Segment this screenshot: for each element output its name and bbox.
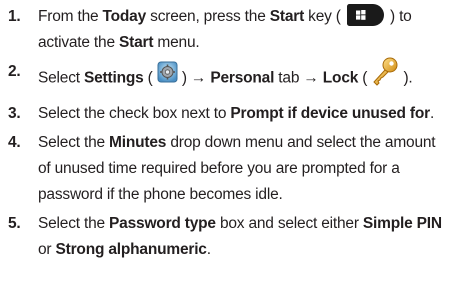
step-number: 5.	[8, 215, 21, 232]
step-text: screen, press the	[146, 8, 270, 25]
bold-term: Simple PIN	[362, 215, 442, 232]
step-item: 3. Select the check box next to Prompt if…	[4, 101, 468, 127]
step-number: 3.	[8, 105, 21, 122]
step-item: 1. From the Today screen, press the Start…	[4, 3, 468, 56]
lock-key-icon	[371, 57, 399, 96]
step-number: 4.	[8, 134, 21, 151]
step-text: .	[429, 105, 435, 122]
step-text: drop down menu and select the amount	[166, 134, 436, 151]
step-text: (	[143, 69, 157, 87]
step-text: .	[206, 241, 211, 258]
step-text-line: Select the check box next to Prompt if d…	[38, 101, 468, 127]
step-text: tab	[274, 69, 304, 87]
bold-term: Password type	[109, 215, 216, 232]
step-text-line: activate the Start menu.	[38, 30, 468, 56]
bold-term: Prompt if device unused for	[230, 105, 430, 122]
step-text-line: Select the Password type box and select …	[38, 211, 468, 237]
bold-term: Start	[118, 34, 154, 51]
bold-term: Minutes	[109, 134, 167, 151]
step-item: 5. Select the Password type box and selec…	[4, 211, 468, 263]
step-text-line: of unused time required before you are p…	[38, 156, 468, 182]
step-item: 2. Select Settings ( ) → Personal tab → L…	[4, 57, 468, 98]
step-text: or	[38, 241, 56, 258]
step-text: Select the	[38, 134, 110, 151]
bold-term: Today	[102, 8, 147, 25]
start-key-icon	[346, 3, 384, 26]
step-text: Select	[38, 69, 84, 87]
step-text: activate the	[38, 34, 119, 51]
step-text: Select the check box next to	[38, 105, 231, 122]
step-text: (	[358, 69, 372, 87]
step-number: 1.	[8, 8, 21, 25]
step-text-line: or Strong alphanumeric.	[38, 237, 468, 263]
step-text: box and select either	[215, 215, 363, 232]
step-text: key (	[304, 8, 345, 25]
bold-term: Start	[269, 8, 305, 25]
bold-term: Settings	[84, 69, 144, 87]
bold-term: Strong alphanumeric	[55, 241, 207, 258]
step-text: From the	[38, 8, 103, 25]
settings-icon	[157, 61, 178, 92]
step-text-line: Select Settings ( ) → Personal tab → Loc…	[38, 57, 468, 98]
step-text: Select the	[38, 215, 110, 232]
bold-term: → Lock	[303, 69, 359, 87]
step-text-line: password if the phone becomes idle.	[38, 182, 468, 208]
step-text: menu.	[153, 34, 200, 51]
instruction-steps: 1. From the Today screen, press the Start…	[4, 3, 468, 266]
step-text: password if the phone becomes idle.	[38, 186, 283, 203]
step-item: 4. Select the Minutes drop down menu and …	[4, 130, 468, 208]
step-number: 2.	[8, 63, 21, 80]
step-text: of unused time required before you are p…	[38, 160, 400, 177]
step-text: ) to	[390, 8, 412, 25]
bold-term: → Personal	[190, 69, 275, 87]
step-text-line: Select the Minutes drop down menu and se…	[38, 130, 468, 156]
step-text-line: From the Today screen, press the Start k…	[38, 3, 468, 30]
step-text: ).	[403, 69, 413, 87]
step-text: )	[181, 69, 191, 87]
